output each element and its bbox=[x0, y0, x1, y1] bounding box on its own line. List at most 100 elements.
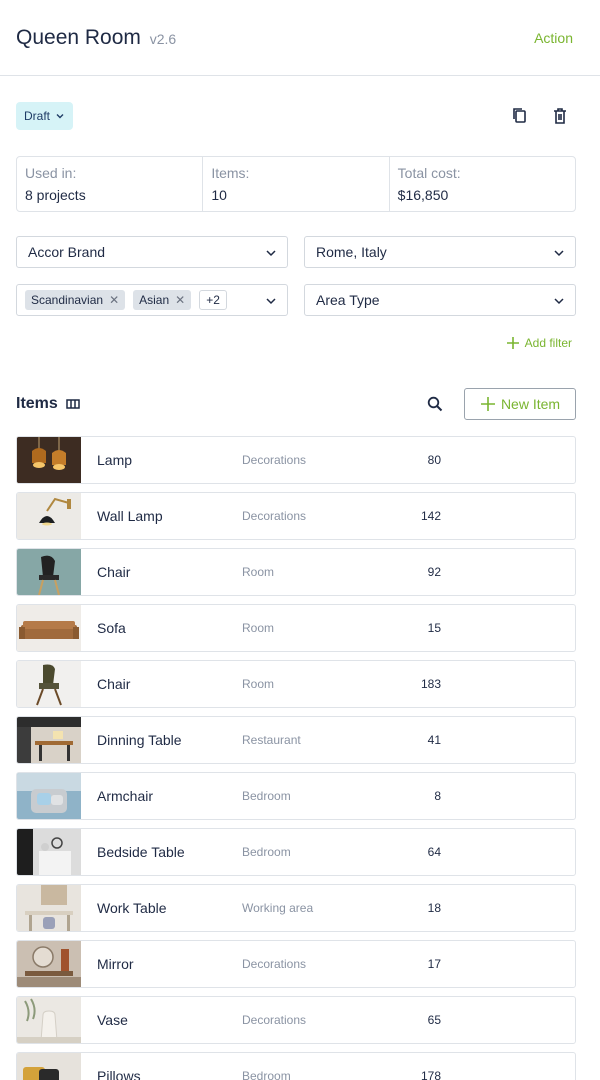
list-item[interactable]: Lamp Decorations 80 bbox=[16, 436, 576, 484]
item-quantity: 17 bbox=[427, 957, 441, 971]
items-list: Lamp Decorations 80 Wall Lamp Decoration… bbox=[16, 436, 576, 1080]
list-item[interactable]: Chair Room 183 bbox=[16, 660, 576, 708]
close-icon[interactable]: ✕ bbox=[109, 293, 119, 307]
item-thumbnail bbox=[17, 829, 81, 875]
item-quantity: 8 bbox=[434, 789, 441, 803]
plus-icon bbox=[480, 397, 495, 411]
item-quantity: 183 bbox=[420, 677, 441, 691]
item-category: Bedroom bbox=[242, 845, 291, 859]
location-select[interactable]: Rome, Italy bbox=[304, 236, 576, 268]
chevron-down-icon bbox=[266, 298, 276, 305]
item-category: Bedroom bbox=[242, 789, 291, 803]
chevron-down-icon bbox=[554, 250, 564, 257]
items-heading-text: Items bbox=[16, 395, 58, 412]
item-quantity: 80 bbox=[427, 453, 441, 467]
item-quantity: 65 bbox=[427, 1013, 441, 1027]
chevron-down-icon bbox=[266, 250, 276, 257]
stat-value: $16,850 bbox=[397, 187, 449, 203]
item-quantity: 142 bbox=[420, 509, 441, 523]
list-item[interactable]: Armchair Bedroom 8 bbox=[16, 772, 576, 820]
location-select-value: Rome, Italy bbox=[316, 244, 387, 260]
item-thumbnail bbox=[17, 997, 81, 1043]
item-name: Vase bbox=[97, 1012, 128, 1028]
stat-label: Items: bbox=[211, 165, 250, 181]
list-item[interactable]: Sofa Room 15 bbox=[16, 604, 576, 652]
list-item[interactable]: Work Table Working area 18 bbox=[16, 884, 576, 932]
item-name: Chair bbox=[97, 676, 131, 692]
item-thumbnail bbox=[17, 717, 81, 763]
page-title: Queen Room v2.6 bbox=[16, 26, 176, 50]
item-quantity: 41 bbox=[427, 733, 441, 747]
search-icon[interactable] bbox=[426, 395, 444, 413]
style-chip-label: Asian bbox=[139, 293, 170, 307]
stat-value: 10 bbox=[211, 187, 227, 203]
item-category: Decorations bbox=[242, 453, 307, 467]
chevron-down-icon bbox=[56, 114, 64, 119]
add-filter-button[interactable]: Add filter bbox=[506, 336, 572, 350]
item-thumbnail bbox=[17, 773, 81, 819]
stat-label: Total cost: bbox=[397, 165, 461, 181]
version-label: v2.6 bbox=[149, 31, 177, 47]
items-heading: Items bbox=[16, 395, 80, 413]
item-category: Working area bbox=[242, 901, 314, 915]
style-chip-label: Scandinavian bbox=[31, 293, 104, 307]
list-item[interactable]: Dinning Table Restaurant 41 bbox=[16, 716, 576, 764]
list-item[interactable]: Pillows Bedroom 178 bbox=[16, 1052, 576, 1080]
item-name: Chair bbox=[97, 564, 131, 580]
more-styles-badge[interactable]: +2 bbox=[199, 290, 227, 310]
trash-icon[interactable] bbox=[550, 106, 570, 126]
style-chip: Scandinavian ✕ bbox=[25, 290, 126, 310]
new-item-button[interactable]: New Item bbox=[464, 388, 576, 420]
list-item[interactable]: Chair Room 92 bbox=[16, 548, 576, 596]
item-category: Bedroom bbox=[242, 1069, 291, 1080]
item-thumbnail bbox=[17, 437, 81, 483]
item-thumbnail bbox=[17, 605, 81, 651]
item-name: Armchair bbox=[97, 788, 154, 804]
brand-select[interactable]: Accor Brand bbox=[16, 236, 288, 268]
list-item[interactable]: Bedside Table Bedroom 64 bbox=[16, 828, 576, 876]
item-quantity: 15 bbox=[427, 621, 441, 635]
new-item-label: New Item bbox=[500, 396, 561, 412]
item-category: Room bbox=[242, 677, 275, 691]
item-category: Room bbox=[242, 621, 275, 635]
item-name: Bedside Table bbox=[97, 844, 185, 860]
item-quantity: 64 bbox=[427, 845, 441, 859]
status-dropdown[interactable]: Draft bbox=[16, 102, 74, 130]
close-icon[interactable]: ✕ bbox=[175, 293, 185, 307]
columns-icon[interactable] bbox=[66, 397, 80, 411]
item-thumbnail bbox=[17, 941, 81, 987]
item-name: Pillows bbox=[97, 1068, 141, 1080]
item-category: Decorations bbox=[242, 509, 307, 523]
stat-total-cost: Total cost: $16,850 bbox=[390, 157, 575, 211]
chevron-down-icon bbox=[554, 298, 564, 305]
brand-select-value: Accor Brand bbox=[28, 244, 106, 260]
page-header: Queen Room v2.6 Action bbox=[0, 0, 600, 76]
add-filter-label: Add filter bbox=[524, 336, 572, 350]
item-name: Wall Lamp bbox=[97, 508, 163, 524]
item-name: Mirror bbox=[97, 956, 134, 972]
stat-label: Used in: bbox=[25, 165, 77, 181]
status-label: Draft bbox=[24, 109, 51, 123]
item-thumbnail bbox=[17, 1053, 81, 1080]
item-quantity: 92 bbox=[427, 565, 441, 579]
action-button[interactable]: Action bbox=[534, 30, 573, 46]
item-name: Lamp bbox=[97, 452, 133, 468]
item-quantity: 178 bbox=[420, 1069, 441, 1080]
list-item[interactable]: Vase Decorations 65 bbox=[16, 996, 576, 1044]
area-type-select-value: Area Type bbox=[316, 292, 380, 308]
style-chip: Asian ✕ bbox=[133, 290, 192, 310]
copy-icon[interactable] bbox=[510, 106, 530, 126]
area-type-select[interactable]: Area Type bbox=[304, 284, 576, 316]
style-multiselect[interactable]: Scandinavian ✕ Asian ✕ +2 bbox=[16, 284, 288, 316]
item-thumbnail bbox=[17, 885, 81, 931]
list-item[interactable]: Mirror Decorations 17 bbox=[16, 940, 576, 988]
list-item[interactable]: Wall Lamp Decorations 142 bbox=[16, 492, 576, 540]
item-category: Decorations bbox=[242, 1013, 307, 1027]
page-title-text: Queen Room bbox=[16, 26, 141, 49]
item-name: Dinning Table bbox=[97, 732, 182, 748]
item-quantity: 18 bbox=[427, 901, 441, 915]
stat-items: Items: 10 bbox=[203, 157, 390, 211]
stat-value: 8 projects bbox=[25, 187, 86, 203]
item-category: Restaurant bbox=[242, 733, 301, 747]
stat-used-in: Used in: 8 projects bbox=[17, 157, 204, 211]
